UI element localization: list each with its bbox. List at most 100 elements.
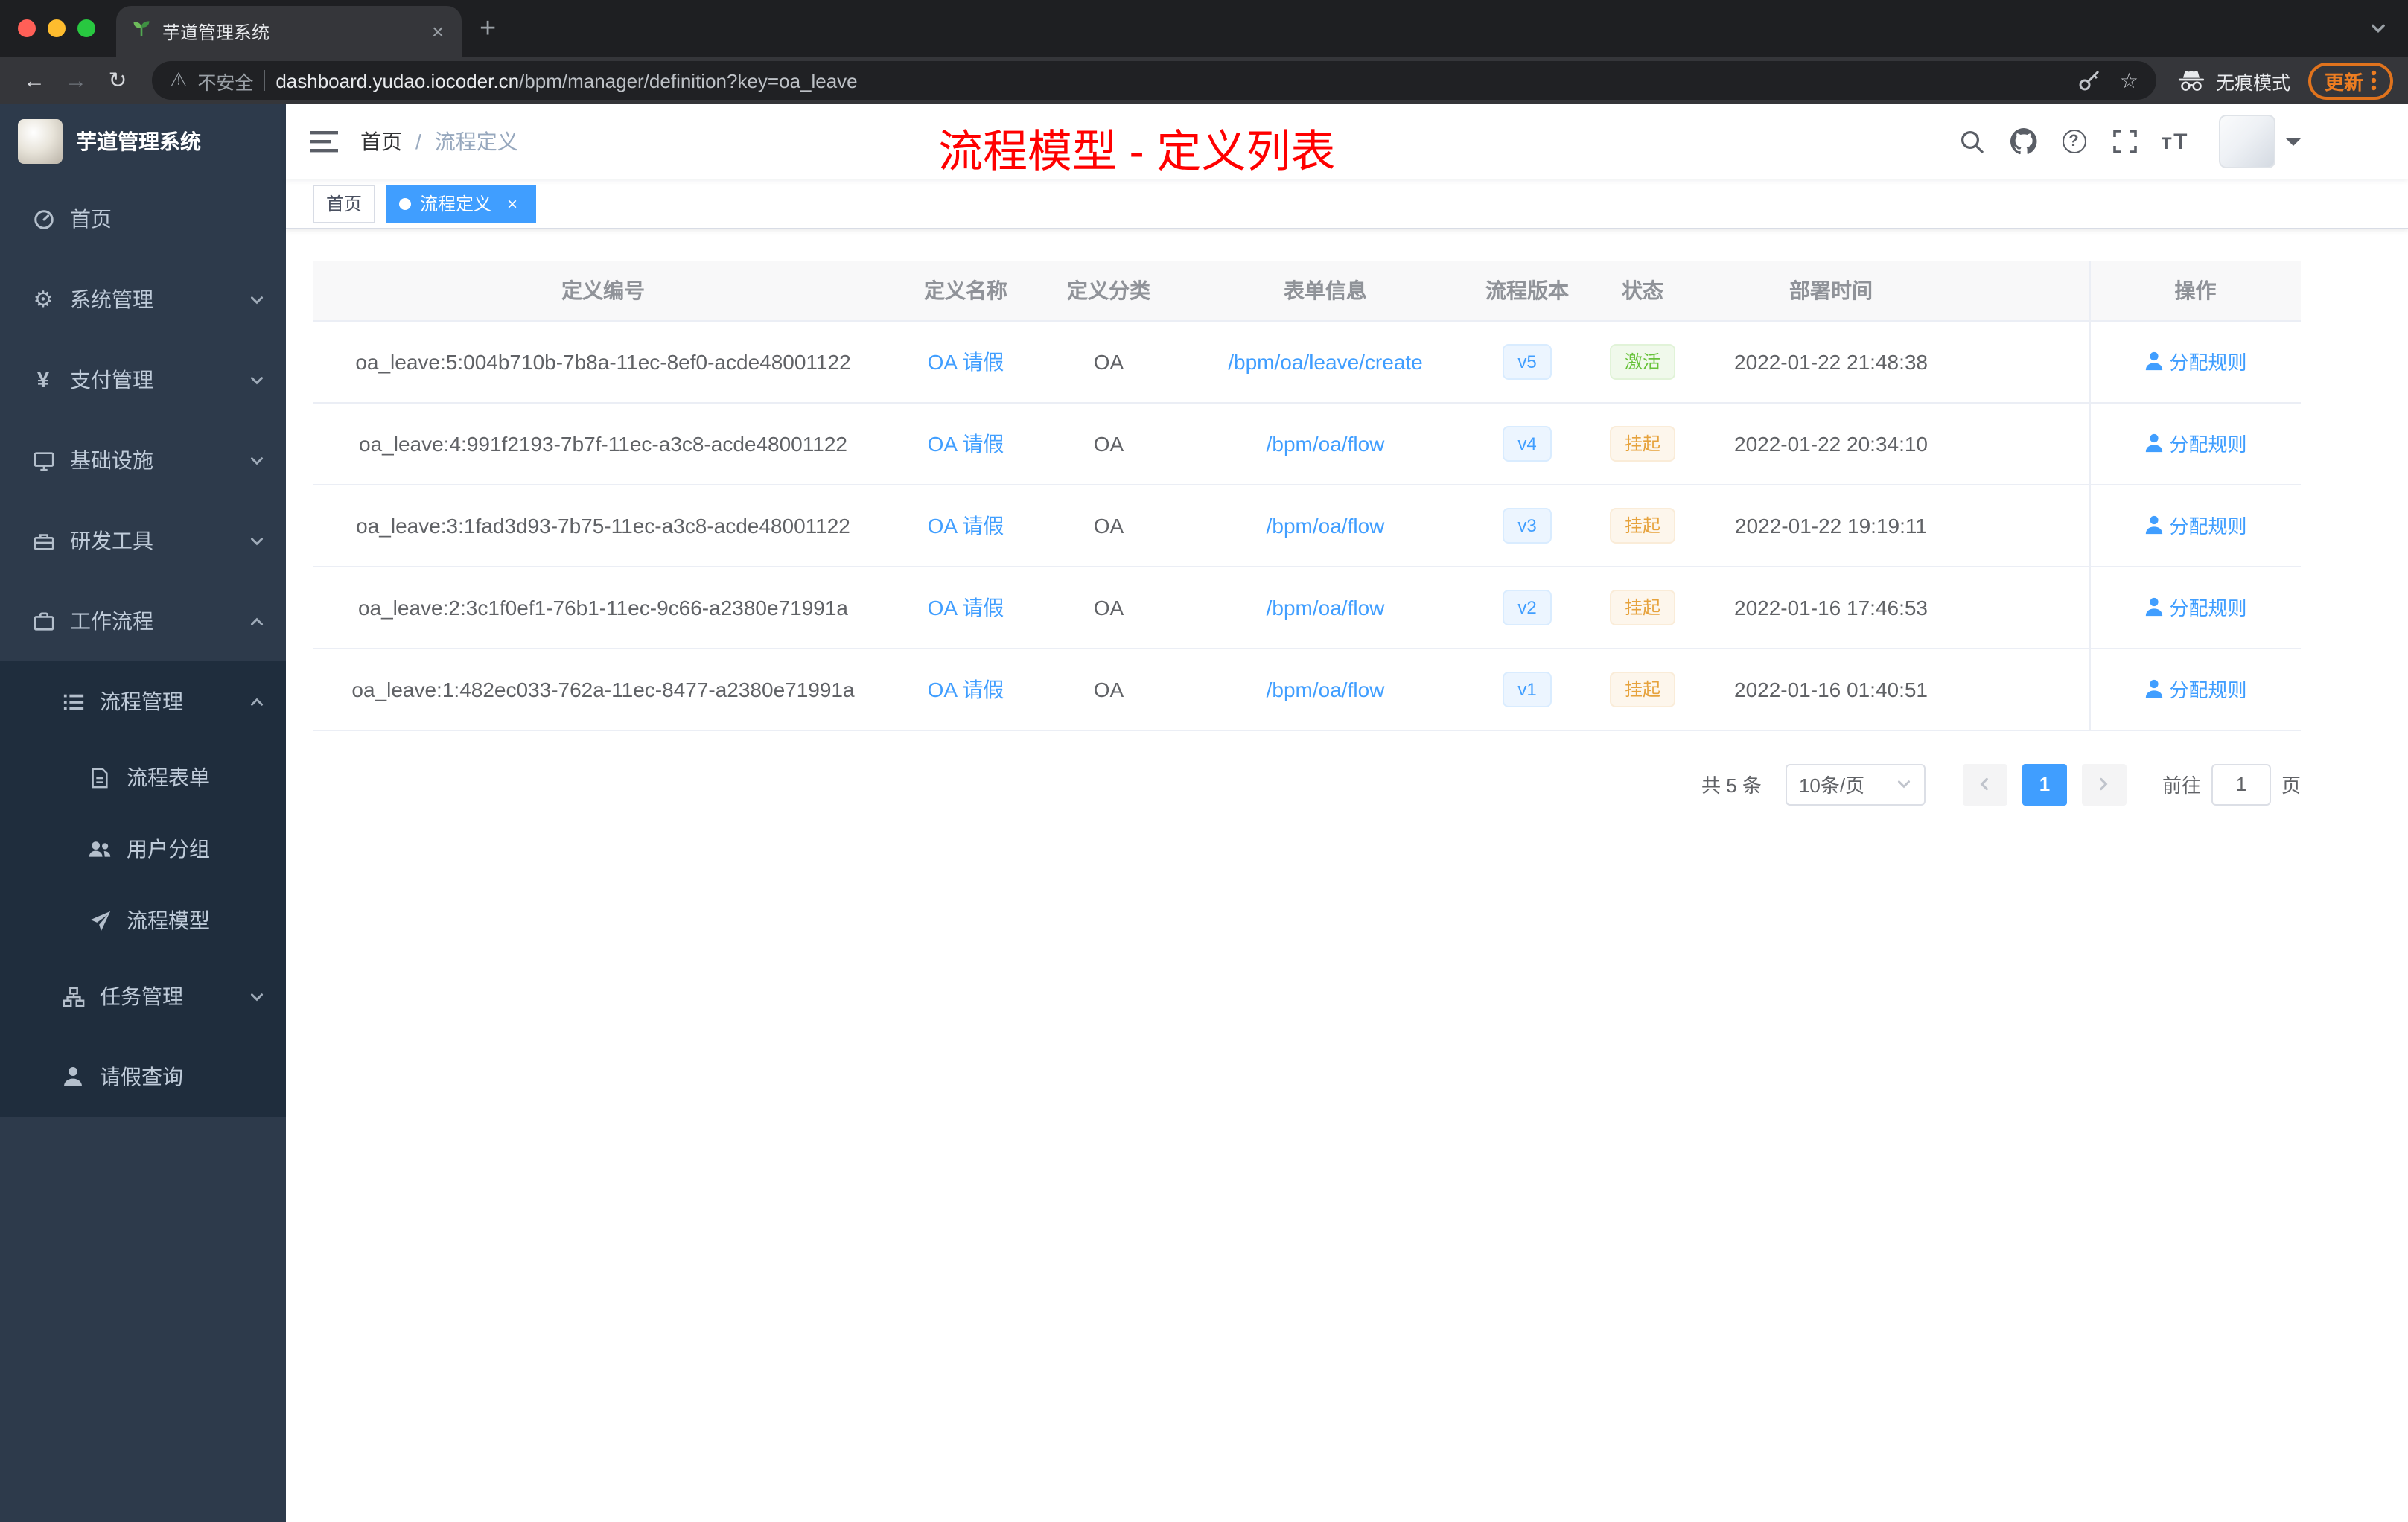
document-icon: [86, 766, 113, 789]
definition-name-link[interactable]: OA 请假: [928, 513, 1004, 537]
tab-favicon-icon: [131, 17, 152, 45]
search-icon[interactable]: [1954, 104, 1991, 179]
macos-zoom-button[interactable]: [77, 19, 95, 37]
update-label: 更新: [2324, 71, 2363, 93]
sidebar-item-dev-tools[interactable]: 研发工具: [0, 500, 286, 581]
sidebar-item-payment-management[interactable]: ¥ 支付管理: [0, 340, 286, 420]
bookmark-star-icon[interactable]: ☆: [2120, 68, 2138, 93]
address-bar[interactable]: ⚠ 不安全 dashboard.yudao.iocoder.cn/bpm/man…: [152, 61, 2156, 100]
tab-close-icon[interactable]: ×: [426, 19, 450, 43]
prev-page-button[interactable]: [1962, 763, 2007, 805]
sidebar-item-home[interactable]: 首页: [0, 179, 286, 259]
page-number-button[interactable]: 1: [2022, 763, 2067, 805]
tag-process-definition[interactable]: 流程定义 ×: [386, 184, 537, 223]
cell-definition-id: oa_leave:3:1fad3d93-7b75-11ec-a3c8-acde4…: [313, 484, 894, 567]
incognito-badge: 无痕模式: [2177, 66, 2290, 95]
font-size-icon[interactable]: тT: [2156, 104, 2194, 179]
definition-name-link[interactable]: OA 请假: [928, 595, 1004, 619]
assign-rule-button[interactable]: 分配规则: [2144, 511, 2247, 539]
cell-deploy-time: 2022-01-22 19:19:11: [1702, 484, 1960, 567]
browser-tab[interactable]: 芋道管理系统 ×: [116, 6, 462, 57]
form-link[interactable]: /bpm/oa/flow: [1267, 595, 1385, 619]
definition-name-link[interactable]: OA 请假: [928, 349, 1004, 373]
person-icon: [60, 1066, 86, 1087]
workflow-submenu: 流程管理 流程表单 用户分组 流程模型 任务管理 请假查询: [0, 661, 286, 1117]
screenshot-root: 芋道管理系统 × + ← → ↻ ⚠ 不安全 dashboard.yudao.i…: [0, 0, 2408, 1522]
definition-name-link[interactable]: OA 请假: [928, 431, 1004, 455]
tag-home[interactable]: 首页: [313, 184, 376, 223]
forward-button[interactable]: →: [57, 68, 95, 93]
navbar-right-tools: ? тT: [1954, 104, 2301, 179]
briefcase-icon: [30, 610, 57, 632]
tab-title: 芋道管理系统: [162, 22, 270, 42]
sidebar-item-leave-query[interactable]: 请假查询: [0, 1037, 286, 1117]
column-header-version: 流程版本: [1471, 261, 1583, 321]
breadcrumb: 首页 / 流程定义: [360, 127, 518, 156]
version-tag[interactable]: v5: [1503, 343, 1552, 379]
assign-rule-button[interactable]: 分配规则: [2144, 429, 2247, 457]
sidebar-item-process-forms[interactable]: 流程表单: [0, 742, 286, 813]
cell-definition-id: oa_leave:2:3c1f0ef1-76b1-11ec-9c66-a2380…: [313, 566, 894, 649]
goto-label: 前往: [2162, 774, 2201, 797]
fullscreen-icon[interactable]: [2106, 104, 2143, 179]
version-tag[interactable]: v1: [1503, 671, 1552, 707]
form-link[interactable]: /bpm/oa/flow: [1267, 513, 1385, 537]
column-header-id: 定义编号: [313, 261, 894, 321]
new-tab-button[interactable]: +: [480, 13, 496, 46]
sidebar-item-process-management[interactable]: 流程管理: [0, 661, 286, 742]
sidebar-collapse-icon[interactable]: [286, 130, 360, 153]
version-tag[interactable]: v3: [1503, 507, 1552, 543]
goto-page-input[interactable]: [2211, 763, 2271, 805]
browser-update-button[interactable]: 更新: [2307, 62, 2393, 99]
sidebar-logo[interactable]: 芋道管理系统: [0, 104, 286, 179]
page-unit-label: 页: [2281, 774, 2301, 797]
macos-traffic-lights: [0, 0, 116, 57]
sidebar-item-infrastructure[interactable]: 基础设施: [0, 420, 286, 500]
page-size-select[interactable]: 10条/页: [1785, 763, 1926, 805]
sidebar-item-process-models[interactable]: 流程模型: [0, 885, 286, 956]
page-content: 定义编号 定义名称 定义分类 表单信息 流程版本 状态 部署时间 操作 oa_l…: [286, 229, 2408, 1522]
breadcrumb-separator: /: [415, 130, 421, 153]
cell-deploy-time: 2022-01-22 21:48:38: [1702, 320, 1960, 403]
form-link[interactable]: /bpm/oa/flow: [1267, 431, 1385, 455]
logo-avatar: [18, 119, 63, 164]
back-button[interactable]: ←: [15, 68, 54, 93]
github-icon[interactable]: [2004, 104, 2042, 179]
cell-category: OA: [1038, 402, 1179, 485]
tag-close-icon[interactable]: ×: [502, 193, 523, 214]
tab-search-chevron-icon[interactable]: [2369, 19, 2387, 37]
paper-plane-icon: [86, 909, 113, 932]
sidebar-item-user-groups[interactable]: 用户分组: [0, 813, 286, 885]
chevron-up-icon: [249, 693, 265, 710]
pagination-jumper: 前往 页: [2162, 763, 2301, 805]
definition-name-link[interactable]: OA 请假: [928, 677, 1004, 701]
macos-close-button[interactable]: [18, 19, 36, 37]
macos-minimize-button[interactable]: [48, 19, 66, 37]
password-key-icon[interactable]: [2078, 69, 2102, 92]
form-link[interactable]: /bpm/oa/leave/create: [1228, 349, 1423, 373]
user-menu[interactable]: [2219, 115, 2301, 168]
sidebar-item-system-management[interactable]: ⚙ 系统管理: [0, 259, 286, 340]
cell-deploy-time: 2022-01-16 17:46:53: [1702, 566, 1960, 649]
table-row: oa_leave:1:482ec033-762a-11ec-8477-a2380…: [313, 648, 2301, 730]
monitor-icon: [30, 449, 57, 471]
status-badge: 挂起: [1609, 589, 1675, 625]
column-header-category: 定义分类: [1038, 261, 1179, 321]
next-page-button[interactable]: [2081, 763, 2127, 805]
assign-rule-button[interactable]: 分配规则: [2144, 675, 2247, 703]
table-row: oa_leave:4:991f2193-7b7f-11ec-a3c8-acde4…: [313, 402, 2301, 485]
assign-rule-button[interactable]: 分配规则: [2144, 593, 2247, 621]
cell-definition-id: oa_leave:5:004b710b-7b8a-11ec-8ef0-acde4…: [313, 320, 894, 403]
breadcrumb-home[interactable]: 首页: [360, 127, 402, 156]
form-link[interactable]: /bpm/oa/flow: [1267, 677, 1385, 701]
version-tag[interactable]: v4: [1503, 425, 1552, 461]
url-text: dashboard.yudao.iocoder.cn/bpm/manager/d…: [275, 69, 2067, 92]
help-icon[interactable]: ?: [2055, 104, 2092, 179]
assign-rule-button[interactable]: 分配规则: [2144, 347, 2247, 375]
sidebar-item-workflow[interactable]: 工作流程: [0, 581, 286, 661]
status-badge: 挂起: [1609, 671, 1675, 707]
reload-button[interactable]: ↻: [98, 67, 137, 94]
version-tag[interactable]: v2: [1503, 589, 1552, 625]
browser-menu-dots-icon[interactable]: [2371, 70, 2377, 91]
sidebar-item-task-management[interactable]: 任务管理: [0, 956, 286, 1037]
